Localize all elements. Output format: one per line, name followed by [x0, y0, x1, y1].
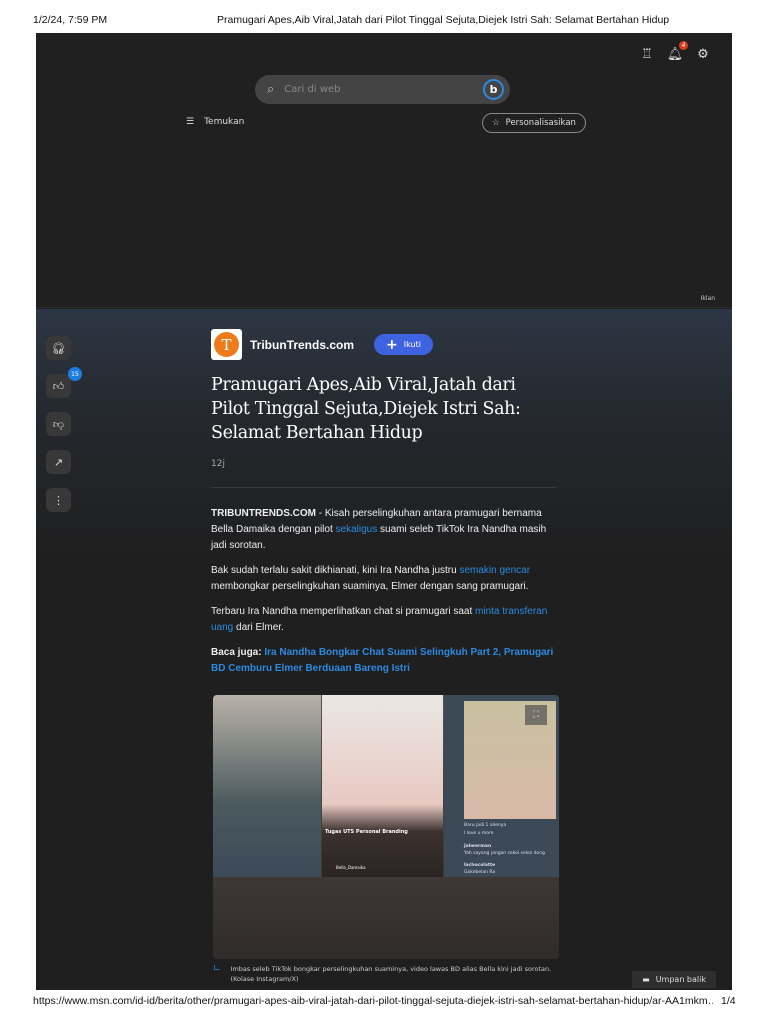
plus-icon: + — [386, 336, 398, 353]
fullscreen-expand-icon[interactable]: ⛶ — [525, 705, 547, 725]
article-body: TRIBUNTRENDS.COM - Kisah perselingkuhan … — [211, 506, 557, 677]
discover-label: Temukan — [204, 117, 245, 127]
tribuntrends-logo[interactable]: T — [211, 329, 242, 360]
bing-icon[interactable]: b — [483, 79, 504, 100]
rewards-trophy-icon[interactable]: ♖ — [640, 47, 654, 62]
like-button[interactable]: 👍︎ 15 — [46, 367, 82, 398]
search-input[interactable]: ⌕ Cari di web b — [255, 75, 510, 104]
action-rail: 🎧︎ 👍︎ 15 👎︎ ↗ ⋮ — [46, 336, 82, 512]
link-sekaligus[interactable]: sekaligus — [336, 524, 378, 535]
like-count-badge: 15 — [68, 367, 82, 381]
star-icon: ☆ — [492, 118, 500, 128]
dislike-button[interactable]: 👎︎ — [46, 412, 71, 436]
dateline: TRIBUNTRENDS.COM — [211, 508, 316, 519]
print-url: https://www.msn.com/id-id/berita/other/p… — [33, 995, 713, 1007]
chat-text: Gakebelan Ra — [464, 870, 496, 875]
divider — [211, 487, 556, 488]
article-area: 🎧︎ 👍︎ 15 👎︎ ↗ ⋮ T TribunTrends.com + Ikuti… — [36, 309, 732, 990]
share-button[interactable]: ↗ — [46, 450, 71, 474]
read-also: Baca juga: Ira Nandha Bongkar Chat Suami… — [211, 645, 557, 677]
article-image[interactable]: Tugas UTS Personal Branding Bella_Damaik… — [213, 695, 559, 959]
read-also-link[interactable]: Ira Nandha Bongkar Chat Suami Selingkuh … — [211, 647, 553, 674]
top-bar: ♖ 🔔︎ 4 ⚙ ⌕ Cari di web b ☰ Temukan ☆ Pers… — [36, 33, 732, 308]
paragraph: TRIBUNTRENDS.COM - Kisah perselingkuhan … — [211, 506, 557, 554]
article: T TribunTrends.com + Ikuti Pramugari Apes… — [211, 329, 557, 686]
text: Terbaru Ira Nandha memperlihatkan chat s… — [211, 606, 476, 617]
notification-badge: 4 — [679, 41, 688, 50]
photo-video-still: Tugas UTS Personal Branding Bella_Damaik… — [322, 695, 443, 877]
chat-text: Yah sayang jangan sekoi sekoi dong — [464, 851, 545, 856]
chat-user: lachocolatte — [464, 863, 496, 868]
chat-text: I love u more — [464, 831, 494, 836]
ad-label: Iklan — [700, 295, 715, 302]
follow-button[interactable]: + Ikuti — [374, 334, 433, 355]
feedback-icon: ▬ — [642, 975, 650, 984]
notifications-bell-icon[interactable]: 🔔︎ 4 — [667, 41, 688, 62]
more-options-button[interactable]: ⋮ — [46, 488, 71, 512]
video-channel: Bella_Damaika — [336, 865, 366, 870]
text: Bak sudah terlalu sakit dikhianati, kini… — [211, 565, 460, 576]
settings-gear-icon[interactable]: ⚙ — [696, 47, 710, 62]
published-time: 12j — [211, 459, 225, 469]
personalize-label: Personalisasikan — [505, 118, 576, 128]
listen-headphones-button[interactable]: 🎧︎ — [46, 336, 71, 360]
article-title: Pramugari Apes,Aib Viral,Jatah dari Pilo… — [211, 375, 521, 443]
discover-menu-button[interactable]: ☰ Temukan — [186, 117, 244, 127]
chat-text: Baru jadi 1 alienya — [464, 823, 507, 828]
caption-text: Imbas seleb TikTok bongkar perselingkuha… — [230, 965, 552, 983]
text: membongkar perselingkuhan suaminya, Elme… — [211, 581, 529, 592]
read-also-label: Baca juga: — [211, 647, 262, 658]
video-title: Tugas UTS Personal Branding — [325, 829, 408, 835]
feedback-label: Umpan balik — [655, 975, 706, 984]
search-icon: ⌕ — [267, 82, 275, 97]
caption-corner-icon: ∟ — [213, 964, 221, 974]
print-title: Pramugari Apes,Aib Viral,Jatah dari Pilo… — [217, 14, 670, 26]
print-page-number: 1/4 — [721, 995, 736, 1007]
hamburger-menu-icon: ☰ — [186, 117, 195, 127]
feedback-button[interactable]: ▬ Umpan balik — [632, 971, 716, 988]
image-caption: ∟ Imbas seleb TikTok bongkar perselingku… — [213, 964, 559, 984]
text: dari Elmer. — [233, 622, 284, 633]
paragraph: Terbaru Ira Nandha memperlihatkan chat s… — [211, 604, 557, 636]
paragraph: Bak sudah terlalu sakit dikhianati, kini… — [211, 563, 557, 595]
follow-label: Ikuti — [403, 340, 421, 349]
msn-page: ♖ 🔔︎ 4 ⚙ ⌕ Cari di web b ☰ Temukan ☆ Pers… — [36, 33, 732, 990]
link-semakin-gencar[interactable]: semakin gencar — [459, 565, 530, 576]
chat-user: Jaheerman — [464, 844, 492, 849]
source-name[interactable]: TribunTrends.com — [250, 338, 354, 352]
print-datetime: 1/2/24, 7:59 PM — [33, 14, 108, 26]
personalize-button[interactable]: ☆ Personalisasikan — [482, 113, 586, 133]
photo-couple — [213, 695, 321, 877]
search-placeholder: Cari di web — [284, 84, 341, 95]
